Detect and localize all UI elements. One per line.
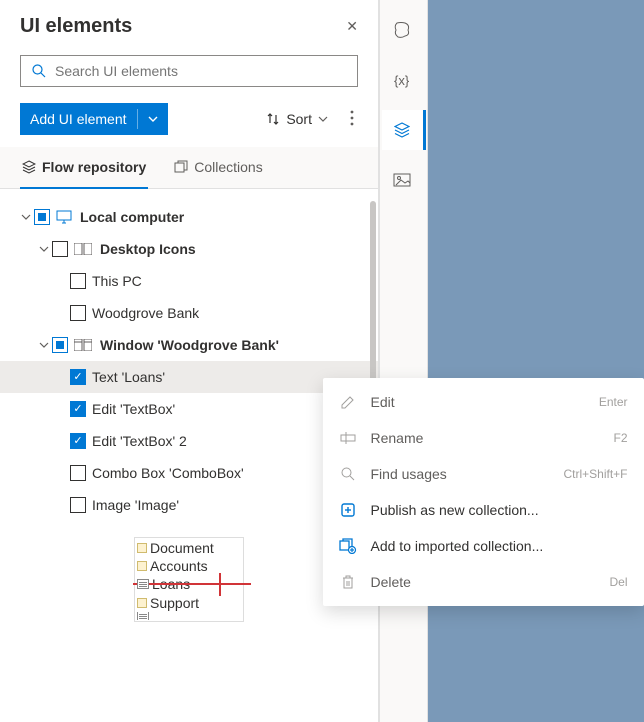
tree-label: Image 'Image'	[92, 497, 179, 513]
monitor-icon	[56, 210, 72, 224]
tree-label: Combo Box 'ComboBox'	[92, 465, 244, 481]
search-icon	[31, 63, 47, 79]
tree-label: Text 'Loans'	[92, 369, 165, 385]
checkbox[interactable]	[70, 465, 86, 481]
checkbox[interactable]	[70, 305, 86, 321]
chevron-down-icon	[318, 114, 328, 124]
context-menu-add-to-imported[interactable]: Add to imported collection...	[323, 528, 644, 564]
checkbox[interactable]	[70, 497, 86, 513]
toolstrip-variables-icon[interactable]: {x}	[382, 60, 426, 100]
context-menu-publish-collection[interactable]: Publish as new collection...	[323, 492, 644, 528]
checkbox[interactable]	[70, 369, 86, 385]
desktop-icon	[74, 243, 92, 255]
toolstrip-images-icon[interactable]	[382, 160, 426, 200]
context-menu-rename[interactable]: Rename F2	[323, 420, 644, 456]
tree-label: This PC	[92, 273, 142, 289]
tree-node-desktop-icons[interactable]: Desktop Icons	[0, 233, 378, 265]
add-button-label: Add UI element	[20, 111, 137, 127]
tree-label: Woodgrove Bank	[92, 305, 199, 321]
rename-icon	[339, 431, 357, 445]
element-preview: Document Accounts Loans Support	[0, 521, 378, 642]
tree-node-this-pc[interactable]: This PC	[0, 265, 378, 297]
tree-node-edit-textbox-2[interactable]: Edit 'TextBox' 2	[0, 425, 378, 457]
collections-icon	[174, 160, 188, 174]
chevron-down-icon[interactable]	[36, 244, 52, 254]
more-button[interactable]	[342, 106, 362, 133]
checkbox[interactable]	[70, 401, 86, 417]
edit-icon	[339, 394, 357, 410]
ui-elements-panel: UI elements ✕ Add UI element Sort	[0, 0, 379, 722]
tree-node-text-loans[interactable]: Text 'Loans'	[0, 361, 378, 393]
tree-node-local-computer[interactable]: Local computer	[0, 201, 378, 233]
page-title: UI elements	[20, 15, 132, 38]
add-ui-element-button[interactable]: Add UI element	[20, 103, 168, 135]
context-menu-edit[interactable]: Edit Enter	[323, 384, 644, 420]
tab-label: Flow repository	[42, 159, 146, 175]
sort-label: Sort	[286, 111, 312, 127]
checkbox[interactable]	[34, 209, 50, 225]
window-icon	[74, 339, 92, 351]
search-input[interactable]	[20, 55, 358, 87]
sort-icon	[266, 112, 280, 126]
toolstrip-ui-elements-icon[interactable]	[382, 110, 426, 150]
tree-label: Window 'Woodgrove Bank'	[100, 337, 279, 353]
tree-label: Edit 'TextBox'	[92, 401, 175, 417]
chevron-down-icon[interactable]	[36, 340, 52, 350]
tab-flow-repository[interactable]: Flow repository	[20, 147, 148, 189]
chevron-down-icon[interactable]	[138, 111, 168, 127]
layers-icon	[22, 160, 36, 174]
chevron-down-icon[interactable]	[18, 212, 34, 222]
context-menu-find-usages[interactable]: Find usages Ctrl+Shift+F	[323, 456, 644, 492]
svg-text:{x}: {x}	[394, 73, 410, 88]
checkbox[interactable]	[70, 273, 86, 289]
tree-label: Desktop Icons	[100, 241, 196, 257]
tree-view: Local computer Desktop Icons This PC Woo…	[0, 189, 378, 722]
context-menu: Edit Enter Rename F2 Find usages Ctrl+Sh…	[323, 378, 644, 606]
tree-node-window-woodgrove[interactable]: Window 'Woodgrove Bank'	[0, 329, 378, 361]
tree-node-woodgrove-bank[interactable]: Woodgrove Bank	[0, 297, 378, 329]
tree-node-image[interactable]: Image 'Image'	[0, 489, 378, 521]
tree-node-edit-textbox[interactable]: Edit 'TextBox'	[0, 393, 378, 425]
more-vertical-icon	[350, 110, 354, 126]
close-icon[interactable]: ✕	[342, 14, 362, 39]
search-field[interactable]	[55, 63, 347, 79]
tree-label: Edit 'TextBox' 2	[92, 433, 187, 449]
publish-icon	[339, 502, 357, 518]
designer-canvas-background	[428, 0, 644, 722]
sort-button[interactable]: Sort	[260, 107, 334, 131]
checkbox[interactable]	[52, 241, 68, 257]
tree-node-combobox[interactable]: Combo Box 'ComboBox'	[0, 457, 378, 489]
context-menu-delete[interactable]: Delete Del	[323, 564, 644, 600]
add-collection-icon	[339, 538, 357, 554]
delete-icon	[339, 574, 357, 590]
tab-collections[interactable]: Collections	[172, 147, 264, 189]
right-toolstrip: {x}	[379, 0, 428, 722]
tree-label: Local computer	[80, 209, 184, 225]
checkbox[interactable]	[70, 433, 86, 449]
toolstrip-copilot-icon[interactable]	[382, 10, 426, 50]
tab-label: Collections	[194, 159, 262, 175]
search-icon	[339, 466, 357, 482]
checkbox[interactable]	[52, 337, 68, 353]
